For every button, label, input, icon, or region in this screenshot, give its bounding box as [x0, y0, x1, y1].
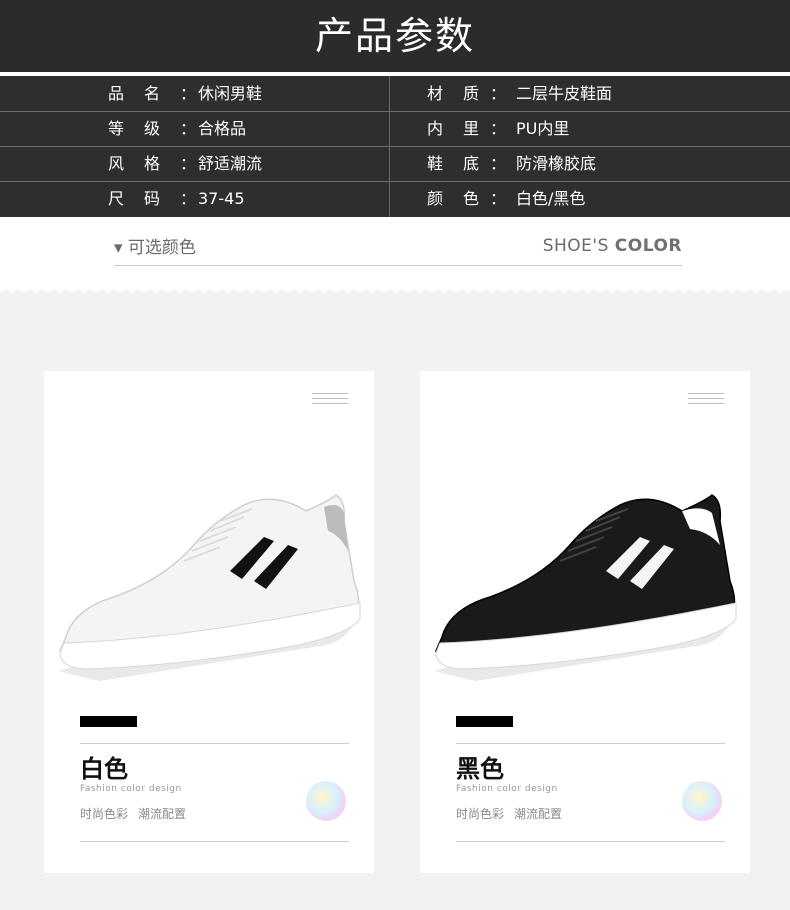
param-label: 风格 [108, 154, 181, 173]
param-colon: ： [490, 154, 507, 173]
selectable-colors-label: ▾ 可选颜色 [114, 238, 196, 258]
param-label: 尺码 [108, 189, 181, 208]
color-bar [456, 716, 513, 727]
shoe-image-black [434, 494, 737, 681]
param-colon: ： [490, 84, 507, 103]
fashion-caption: Fashion color design [80, 784, 182, 794]
selector-divider [114, 265, 682, 266]
holographic-badge-icon [306, 781, 346, 821]
param-value: 二层牛皮鞋面 [516, 84, 613, 103]
param-label: 等级 [108, 119, 181, 138]
header-title: 产品参数 [314, 14, 475, 58]
param-value: 37-45 [198, 189, 245, 208]
tag-trend-config: 潮流配置 [514, 807, 563, 821]
params-row: 品名 ： 休闲男鞋 材质 ： 二层牛皮鞋面 [0, 76, 790, 112]
card-divider-top [80, 743, 349, 744]
color-name: 黑色 [456, 755, 504, 783]
params-row: 风格 ： 舒适潮流 鞋底 ： 防滑橡胶底 [0, 146, 790, 182]
params-row: 等级 ： 合格品 内里 ： PU内里 [0, 111, 790, 147]
menu-lines-icon [688, 393, 724, 409]
params-table: 品名 ： 休闲男鞋 材质 ： 二层牛皮鞋面 等级 ： 合格品 内里 ： PU内里… [0, 76, 790, 217]
tag-fashion-color: 时尚色彩 [456, 807, 505, 821]
param-colon: ： [180, 119, 197, 138]
color-card-white[interactable]: 白色 Fashion color design 时尚色彩 潮流配置 [44, 371, 374, 873]
shoes-color-bold: COLOR [614, 236, 682, 256]
param-label: 鞋底 [427, 154, 500, 173]
card-tags: 时尚色彩 潮流配置 [80, 805, 196, 822]
param-label: 材质 [427, 84, 500, 103]
shoe-image-white [58, 494, 361, 681]
param-value: 舒适潮流 [198, 154, 263, 173]
param-colon: ： [490, 119, 507, 138]
param-label: 品名 [108, 84, 181, 103]
shoes-color-prefix: SHOE'S [542, 236, 615, 256]
param-value: 防滑橡胶底 [516, 154, 597, 173]
param-colon: ： [180, 154, 197, 173]
param-colon: ： [180, 84, 197, 103]
fashion-caption: Fashion color design [456, 784, 558, 794]
tag-trend-config: 潮流配置 [138, 807, 187, 821]
param-colon: ： [490, 189, 507, 208]
params-row: 尺码 ： 37-45 颜色 ： 白色/黑色 [0, 181, 790, 216]
color-name: 白色 [80, 755, 128, 783]
color-card-black[interactable]: 黑色 Fashion color design 时尚色彩 潮流配置 [420, 371, 750, 873]
card-tags: 时尚色彩 潮流配置 [456, 805, 572, 822]
color-bar [80, 716, 137, 727]
param-value: 休闲男鞋 [198, 84, 263, 103]
card-divider-bottom [80, 841, 349, 842]
param-colon: ： [180, 189, 197, 208]
param-value: 白色/黑色 [516, 189, 586, 208]
param-label: 颜色 [427, 189, 500, 208]
param-value: PU内里 [516, 119, 570, 138]
param-label: 内里 [427, 119, 500, 138]
card-divider-bottom [456, 841, 725, 842]
header-banner: 产品参数 [0, 0, 790, 72]
wave-edge [0, 290, 790, 302]
holographic-badge-icon [682, 781, 722, 821]
card-divider-top [456, 743, 725, 744]
param-value: 合格品 [198, 119, 247, 138]
shoes-color-label: SHOE'S COLOR [543, 236, 682, 256]
column-divider [389, 76, 390, 217]
color-selector-header: ▾ 可选颜色 SHOE'S COLOR [0, 217, 790, 277]
menu-lines-icon [312, 393, 348, 409]
tag-fashion-color: 时尚色彩 [80, 807, 129, 821]
